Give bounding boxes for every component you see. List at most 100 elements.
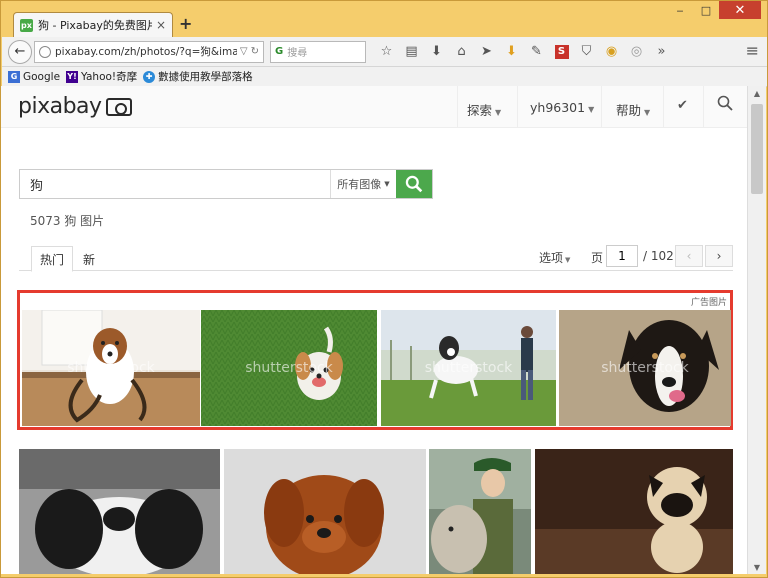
tab-new[interactable]: 新 (83, 251, 95, 268)
options-label: 选项 (539, 251, 564, 265)
image-type-label: 所有图像 (337, 178, 382, 191)
browser-search-input[interactable]: G 搜尋 (270, 40, 366, 63)
clipboard-icon[interactable]: ▤ (399, 41, 424, 63)
nav-divider (517, 86, 518, 128)
bookmark-google[interactable]: G Google (8, 70, 61, 83)
bookmark-label: Google (23, 70, 61, 83)
bookmark-star-icon[interactable]: ☆ (374, 41, 399, 63)
chrome-icon[interactable]: ◉ (599, 41, 624, 63)
back-arrow-icon: ← (14, 44, 26, 59)
nav-explore[interactable]: 探索 ▼ (467, 100, 501, 119)
tab-hot[interactable]: 热门 (31, 246, 73, 272)
maximize-button[interactable]: □ (693, 1, 719, 19)
url-text: pixabay.com/zh/photos/?q=狗&image_type= (55, 46, 237, 58)
gallery-image[interactable] (535, 449, 733, 574)
ad-image[interactable]: shutterstock (22, 310, 200, 426)
scroll-up-icon[interactable]: ▲ (748, 86, 766, 100)
home-icon[interactable]: ⌂ (449, 41, 474, 63)
site-logo[interactable]: pixabay (18, 94, 132, 119)
site-header: pixabay 探索 ▼ yh96301 ▼ 帮助 ▼ ✔ (1, 86, 747, 128)
search-icon[interactable] (717, 95, 733, 111)
new-tab-button[interactable]: + (179, 14, 192, 33)
yahoo-icon: Y! (66, 70, 79, 83)
check-icon[interactable]: ✔ (677, 98, 688, 113)
download-helper-icon[interactable]: ⬇ (499, 41, 524, 63)
caret-down-icon: ▼ (495, 108, 502, 117)
gallery-image[interactable] (19, 449, 220, 574)
dog-photo (224, 449, 426, 574)
logo-text: pixabay (18, 94, 102, 119)
search-placeholder: 搜尋 (287, 48, 308, 59)
sponsored-images: 广告图片 shutterstock shutterstock shutterst… (17, 290, 733, 430)
globe-icon (39, 45, 51, 58)
nav-divider (601, 86, 602, 128)
ad-image[interactable]: shutterstock (381, 310, 556, 426)
download-icon[interactable]: ⬇ (424, 41, 449, 63)
extension-s-icon[interactable]: S (549, 41, 574, 63)
image-type-select[interactable]: 所有图像 ▼ (330, 170, 396, 198)
nav-divider (663, 86, 664, 128)
nav-user[interactable]: yh96301 ▼ (530, 100, 594, 115)
send-icon[interactable]: ➤ (474, 41, 499, 63)
page-number-input[interactable] (606, 245, 638, 267)
page-scrollbar[interactable]: ▲ ▼ (747, 86, 766, 574)
url-bar[interactable]: pixabay.com/zh/photos/?q=狗&image_type= ▽… (34, 40, 264, 63)
result-count: 5073 狗 图片 (30, 214, 105, 228)
page-label: 页 (591, 251, 604, 265)
bookmarks-bar: G Google Y! Yahoo!奇摩 ✚ 數據使用教學部落格 (2, 67, 767, 87)
options-dropdown[interactable]: 选项 ▼ (539, 249, 570, 266)
watermark: shutterstock (424, 360, 513, 376)
menu-icon[interactable]: ≡ (746, 41, 759, 60)
gallery-image[interactable] (224, 449, 426, 574)
caret-down-icon: ▼ (565, 256, 571, 264)
nav-help[interactable]: 帮助 ▼ (616, 100, 650, 119)
prev-page-button[interactable]: ‹ (675, 245, 703, 267)
minimize-button[interactable]: ‒ (667, 1, 693, 19)
scroll-thumb[interactable] (751, 104, 763, 194)
nav-divider (703, 86, 704, 128)
toolbar-icons: ☆ ▤ ⬇ ⌂ ➤ ⬇ ✎ S ⛉ ◉ ◎ » (374, 41, 674, 63)
page-content: pixabay 探索▼ yh96301▼ 帮助▼ ✔ 所有图像▼ 5073 狗 … (1, 86, 747, 574)
nav-help-label: 帮助 (616, 103, 642, 118)
ad-image[interactable]: shutterstock (201, 310, 377, 426)
watermark: shutterstock (67, 360, 155, 376)
overflow-icon[interactable]: » (649, 41, 674, 63)
caret-down-icon: ▼ (384, 180, 390, 188)
bookmark-label: Yahoo!奇摩 (81, 71, 138, 83)
bookmark-label: 數據使用教學部落格 (158, 71, 253, 83)
bookmark-yahoo[interactable]: Y! Yahoo!奇摩 (66, 69, 137, 84)
search-button[interactable] (396, 170, 432, 198)
gallery-image[interactable] (429, 449, 531, 574)
title-bar: px 狗 - Pixabay的免费图片 × + ‒ □ ✕ (1, 1, 767, 37)
scroll-down-icon[interactable]: ▼ (748, 560, 766, 574)
shield-icon[interactable]: ⛉ (574, 41, 599, 63)
nav-toolbar: ← pixabay.com/zh/photos/?q=狗&image_type=… (2, 37, 767, 67)
ad-image[interactable]: shutterstock (559, 310, 731, 426)
nav-divider (457, 86, 458, 128)
tools-icon[interactable]: ✎ (524, 41, 549, 63)
dog-photo (535, 449, 733, 574)
tab-title: 狗 - Pixabay的免费图片 (38, 19, 152, 32)
nav-explore-label: 探索 (467, 103, 493, 118)
bookmark-blog[interactable]: ✚ 數據使用教學部落格 (143, 69, 253, 84)
watermark: shutterstock (601, 360, 689, 376)
next-page-button[interactable]: › (705, 245, 733, 267)
camera-icon (105, 97, 132, 116)
caret-down-icon: ▼ (644, 108, 651, 117)
google-icon: G (8, 70, 20, 83)
search-icon (405, 175, 423, 193)
search-input[interactable] (20, 170, 330, 198)
watermark: shutterstock (245, 360, 333, 376)
caret-down-icon: ▼ (588, 105, 595, 114)
search-engine-icon: G (275, 46, 284, 57)
blog-icon: ✚ (143, 70, 156, 83)
reload-icon[interactable]: ↻ (251, 46, 259, 57)
back-button[interactable]: ← (8, 39, 32, 64)
close-window-button[interactable]: ✕ (719, 1, 761, 19)
dropdown-arrow-icon[interactable]: ▽ (240, 46, 248, 57)
browser-tab[interactable]: px 狗 - Pixabay的免费图片 × (13, 12, 173, 37)
circle-icon[interactable]: ◎ (624, 41, 649, 63)
dog-photo (19, 449, 220, 574)
page-total: / 102 (643, 249, 674, 263)
tab-close-icon[interactable]: × (156, 18, 166, 32)
